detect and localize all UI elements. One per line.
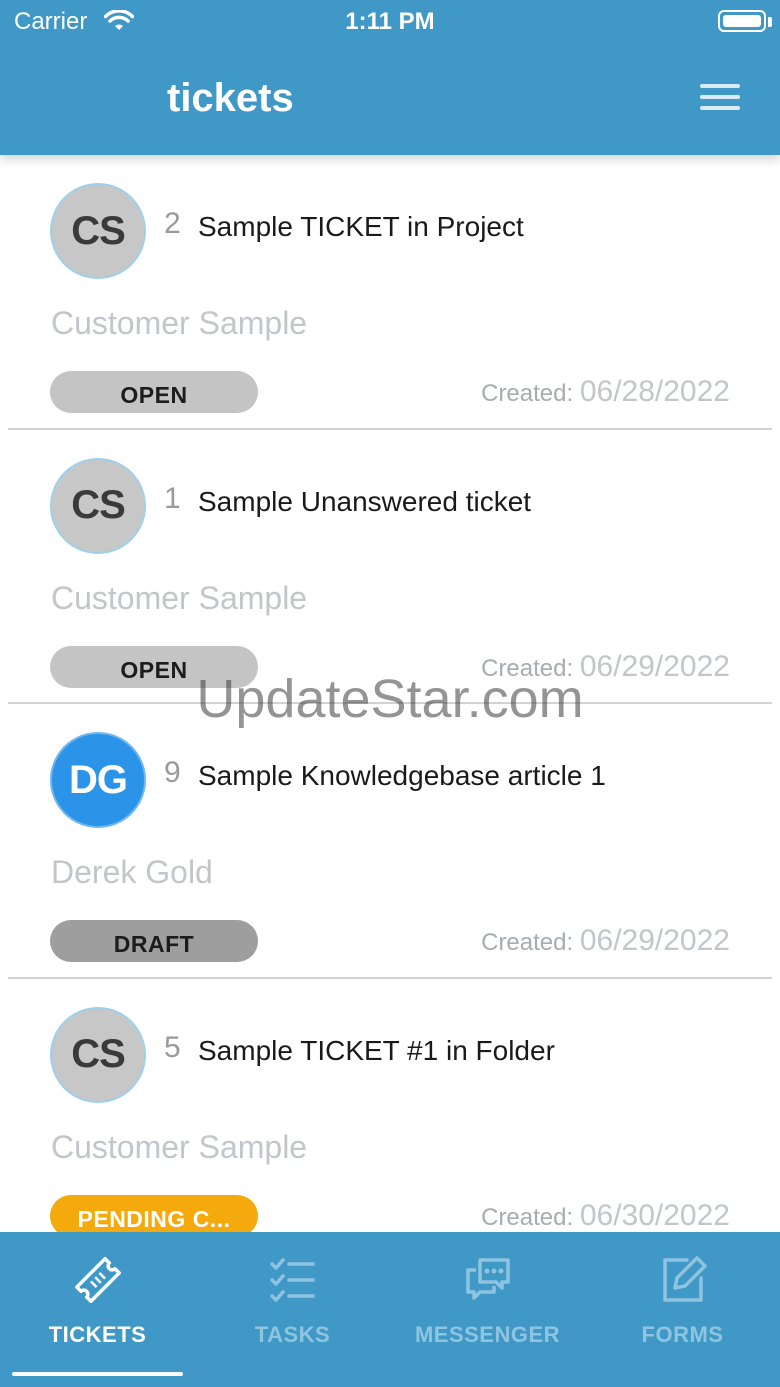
ticket-subject: Sample TICKET in Project (198, 211, 524, 242)
created-label: Created: (481, 380, 574, 407)
edit-form-icon (662, 1256, 707, 1302)
bottom-tab-bar: TICKETS TASKS MESSENGER FORMS (0, 1232, 780, 1387)
battery-icon (718, 10, 766, 32)
status-badge: PENDING C... (50, 1194, 258, 1232)
page-title: tickets (167, 76, 294, 120)
created-date: Created: 06/29/2022 (481, 924, 730, 958)
hamburger-menu-icon[interactable] (700, 84, 740, 114)
active-tab-indicator (12, 1372, 183, 1376)
ticket-customer: Customer Sample (51, 305, 308, 341)
ticket-customer: Customer Sample (51, 579, 308, 616)
avatar: DG (50, 732, 146, 828)
created-label: Created: (481, 654, 574, 682)
ticket-customer: Customer Sample (51, 1128, 308, 1165)
chat-bubbles-icon (465, 1258, 510, 1300)
ticket-subject: Sample Unanswered ticket (198, 485, 532, 517)
tab-forms[interactable]: FORMS (585, 1232, 780, 1372)
created-date-value: 06/29/2022 (579, 924, 730, 957)
created-date: Created: 06/28/2022 (481, 375, 730, 409)
created-date: Created: 06/30/2022 (481, 1199, 730, 1233)
created-date-value: 06/28/2022 (579, 375, 730, 408)
created-date-value: 06/29/2022 (579, 649, 730, 683)
clock: 1:11 PM (345, 8, 435, 35)
created-label: Created: (481, 1203, 574, 1231)
app-header: Carrier 1:11 PM tickets (0, 0, 780, 155)
tab-tickets[interactable]: TICKETS (0, 1232, 195, 1372)
ticket-number: 5 (164, 1030, 181, 1064)
created-date-value: 06/30/2022 (579, 1198, 730, 1232)
avatar: CS (50, 183, 146, 279)
battery-cap (768, 17, 772, 27)
ticket-row[interactable]: CS 1 Sample Unanswered ticket Customer S… (8, 430, 772, 704)
created-date: Created: 06/29/2022 (481, 650, 730, 684)
status-bar: Carrier 1:11 PM (0, 0, 780, 44)
ticket-list[interactable]: CS 2 Sample TICKET in Project Customer S… (0, 155, 780, 1232)
status-badge: DRAFT (50, 920, 258, 962)
ticket-number: 1 (164, 481, 181, 515)
tab-tasks[interactable]: TASKS (195, 1232, 390, 1372)
checklist-icon (269, 1258, 315, 1302)
status-badge: OPEN (50, 645, 258, 688)
ticket-row[interactable]: CS 2 Sample TICKET in Project Customer S… (8, 155, 772, 430)
ticket-row[interactable]: DG 9 Sample Knowledgebase article 1 Dere… (8, 704, 772, 979)
ticket-number: 9 (164, 756, 181, 789)
created-label: Created: (481, 929, 574, 956)
ticket-subject: Sample Knowledgebase article 1 (198, 760, 606, 791)
tab-label: FORMS (641, 1322, 724, 1347)
ticket-row[interactable]: CS 5 Sample TICKET #1 in Folder Customer… (8, 979, 772, 1233)
tab-label: TASKS (254, 1322, 331, 1347)
tab-messenger[interactable]: MESSENGER (390, 1232, 585, 1372)
ticket-number: 2 (164, 207, 181, 240)
ticket-customer: Derek Gold (51, 854, 213, 890)
ticket-icon (74, 1257, 121, 1303)
ticket-subject: Sample TICKET #1 in Folder (198, 1034, 555, 1066)
avatar: CS (50, 1006, 146, 1103)
status-badge: OPEN (50, 371, 258, 413)
tab-label: TICKETS (48, 1322, 147, 1347)
avatar: CS (50, 457, 146, 554)
tab-label: MESSENGER (414, 1322, 561, 1347)
